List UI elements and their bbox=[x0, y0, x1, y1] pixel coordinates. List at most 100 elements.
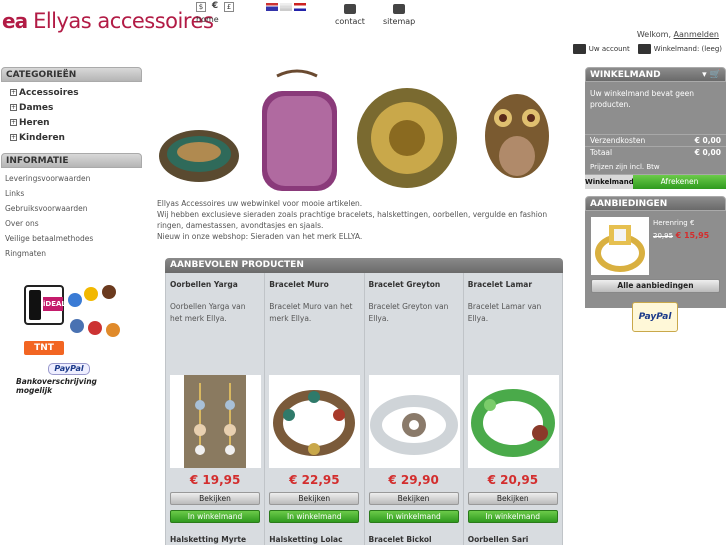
offer-price: 20,95 € 15,95 bbox=[653, 231, 709, 240]
jewelry-banner bbox=[157, 66, 570, 194]
mail-icon bbox=[343, 4, 356, 14]
category-kinderen[interactable]: + Kinderen bbox=[10, 130, 142, 145]
login-link[interactable]: Aanmelden bbox=[674, 30, 719, 39]
bank-logo-icon bbox=[106, 323, 120, 337]
ring-image bbox=[595, 225, 645, 272]
offer-image[interactable] bbox=[591, 217, 649, 275]
product-image[interactable] bbox=[170, 375, 261, 468]
account-link[interactable]: Uw account bbox=[572, 44, 630, 54]
view-button[interactable]: Bekijken bbox=[269, 492, 360, 505]
offer-name[interactable]: Herenring € bbox=[653, 219, 694, 227]
all-offers-button[interactable]: Alle aanbiedingen bbox=[591, 279, 720, 293]
view-cart-button[interactable]: Winkelmand bbox=[585, 175, 634, 189]
info-link[interactable]: Leveringsvoorwaarden bbox=[5, 171, 142, 186]
cart-link-label: Winkelmand: (leeg) bbox=[653, 45, 722, 53]
welcome-label: Welkom, bbox=[636, 30, 674, 39]
add-to-cart-button[interactable]: In winkelmand bbox=[467, 510, 558, 523]
cart-link[interactable]: Winkelmand: (leeg) bbox=[637, 44, 722, 54]
sitemap-label: sitemap bbox=[383, 17, 416, 26]
info-link[interactable]: Over ons bbox=[5, 216, 142, 231]
view-button[interactable]: Bekijken bbox=[467, 492, 558, 505]
bracelet-image bbox=[368, 375, 460, 468]
cart-header: WINKELMAND ▾ 🛒 bbox=[585, 67, 726, 82]
currency-pound[interactable]: £ bbox=[224, 2, 234, 12]
product-name[interactable]: Bracelet Greyton bbox=[369, 280, 441, 289]
account-label: Uw account bbox=[588, 45, 630, 53]
flag-en-icon[interactable] bbox=[266, 3, 278, 11]
payment-logos: iDEAL TNT PayPal Bankoverschrijving moge… bbox=[14, 275, 132, 395]
total-row: Totaal € 0,00 bbox=[585, 146, 726, 158]
expand-icon[interactable]: + bbox=[10, 119, 17, 126]
cart-icon bbox=[637, 44, 651, 54]
add-to-cart-button[interactable]: In winkelmand bbox=[368, 510, 459, 523]
category-label: Kinderen bbox=[19, 132, 65, 143]
product-price: € 19,95 bbox=[189, 473, 241, 487]
category-label: Dames bbox=[19, 102, 54, 113]
intro-line: Wij hebben exclusieve sieraden zoals pra… bbox=[157, 210, 548, 230]
product-card: Bracelet Greyton Bracelet Greyton van El… bbox=[365, 273, 464, 545]
product-card: Bracelet Lamar Bracelet Lamar van Ellya.… bbox=[464, 273, 563, 545]
category-label: Accessoires bbox=[19, 87, 79, 98]
cart-title: WINKELMAND bbox=[590, 70, 661, 80]
category-dames[interactable]: + Dames bbox=[10, 100, 142, 115]
category-accessoires[interactable]: + Accessoires bbox=[10, 85, 142, 100]
tnt-logo: TNT bbox=[24, 341, 64, 355]
product-name[interactable]: Oorbellen Sari bbox=[468, 535, 529, 544]
categories-box: CATEGORIEËN + Accessoires + Dames + Heren +… bbox=[1, 67, 142, 148]
offer-new-price: € 15,95 bbox=[675, 231, 710, 240]
checkout-button[interactable]: Afrekenen bbox=[633, 175, 726, 189]
bank-transfer-text: Bankoverschrijving mogelijk bbox=[16, 377, 97, 395]
intro-line: Ellyas Accessoires uw webwinkel voor moo… bbox=[157, 199, 363, 208]
contact-link[interactable]: contact bbox=[335, 4, 365, 26]
currency-dollar[interactable]: $ bbox=[196, 2, 206, 12]
cart-empty-message: Uw winkelmand bevat geen producten. bbox=[590, 89, 695, 109]
add-to-cart-button[interactable]: In winkelmand bbox=[269, 510, 360, 523]
cart-box: WINKELMAND ▾ 🛒 Uw winkelmand bevat geen … bbox=[585, 67, 726, 189]
add-to-cart-button[interactable]: In winkelmand bbox=[170, 510, 260, 523]
intro-line: Nieuw in onze webshop: Sieraden van het … bbox=[157, 232, 363, 241]
flag-de-icon[interactable] bbox=[280, 3, 292, 11]
product-grid: Oorbellen Yarga Oorbellen Yarga van het … bbox=[165, 273, 563, 545]
welcome-text: Welkom, Aanmelden bbox=[637, 30, 719, 39]
sitemap-icon bbox=[393, 4, 406, 14]
vat-note: Prijzen zijn incl. Btw bbox=[590, 163, 660, 171]
expand-icon[interactable]: + bbox=[10, 89, 17, 96]
flag-nl-icon[interactable] bbox=[294, 3, 306, 11]
view-button[interactable]: Bekijken bbox=[368, 492, 459, 505]
info-link[interactable]: Gebruiksvoorwaarden bbox=[5, 201, 142, 216]
view-button[interactable]: Bekijken bbox=[170, 492, 260, 505]
offers-box: AANBIEDINGEN Herenring € 20,95 € 15,95 A… bbox=[585, 196, 726, 308]
product-name[interactable]: Halsketting Myrte bbox=[170, 535, 246, 544]
currency-selector: $ € £ bbox=[196, 2, 234, 12]
contact-label: contact bbox=[335, 17, 365, 26]
sitemap-link[interactable]: sitemap bbox=[383, 4, 415, 26]
product-name[interactable]: Bracelet Bickol bbox=[369, 535, 432, 544]
earrings-image bbox=[184, 375, 246, 468]
home-link[interactable]: home bbox=[196, 15, 219, 24]
bracelet-image bbox=[467, 375, 559, 468]
ideal-logo: iDEAL bbox=[24, 285, 66, 325]
expand-icon[interactable]: + bbox=[10, 104, 17, 111]
logo[interactable]: ea Ellyas accessoires bbox=[2, 6, 222, 36]
info-link[interactable]: Links bbox=[5, 186, 142, 201]
product-image[interactable] bbox=[467, 375, 559, 468]
product-name[interactable]: Bracelet Lamar bbox=[468, 280, 532, 289]
product-name[interactable]: Halsketting Lolac bbox=[269, 535, 342, 544]
product-card: Bracelet Muro Bracelet Muro van het merk… bbox=[265, 273, 365, 545]
shipping-label: Verzendkosten bbox=[590, 136, 646, 145]
expand-icon[interactable]: + bbox=[10, 134, 17, 141]
info-link[interactable]: Ringmaten bbox=[5, 246, 142, 261]
currency-euro[interactable]: € bbox=[210, 2, 220, 12]
product-image[interactable] bbox=[269, 375, 361, 468]
category-heren[interactable]: + Heren bbox=[10, 115, 142, 130]
bank-logo-icon bbox=[102, 285, 116, 299]
total-label: Totaal bbox=[590, 148, 613, 157]
product-image[interactable] bbox=[368, 375, 460, 468]
info-link[interactable]: Veilige betaalmethodes bbox=[5, 231, 142, 246]
account-bar: Uw account Winkelmand: (leeg) bbox=[572, 44, 722, 54]
product-name[interactable]: Oorbellen Yarga bbox=[170, 280, 238, 289]
product-price: € 22,95 bbox=[289, 473, 340, 487]
language-selector bbox=[266, 3, 306, 11]
paypal-badge: PayPal bbox=[632, 302, 678, 332]
product-name[interactable]: Bracelet Muro bbox=[269, 280, 329, 289]
